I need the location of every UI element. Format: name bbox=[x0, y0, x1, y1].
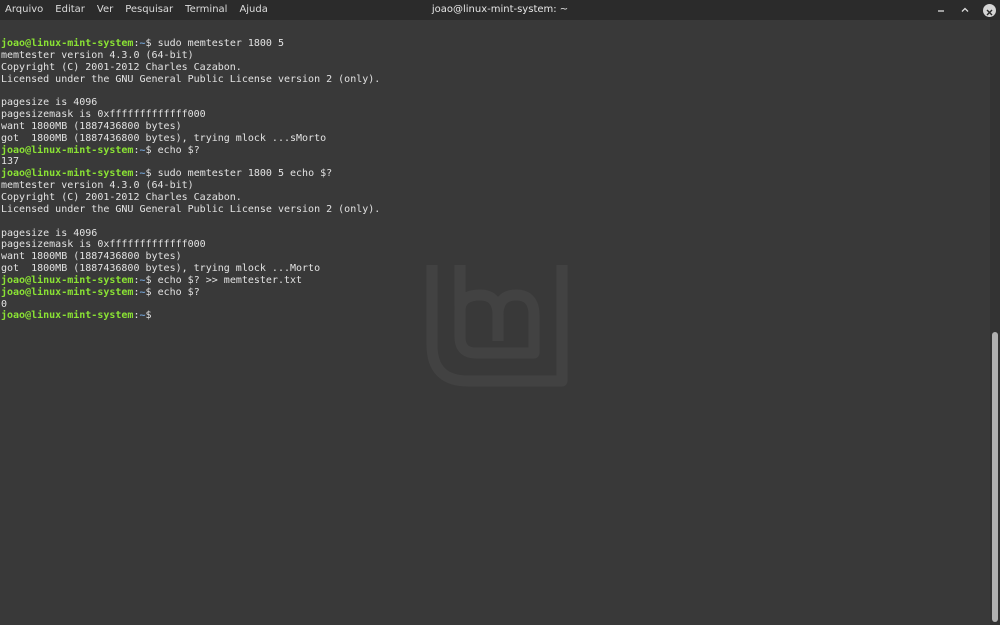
close-icon bbox=[982, 3, 996, 17]
prompt-line: joao@linux-mint-system:~$ echo $? bbox=[1, 145, 380, 157]
output-line: memtester version 4.3.0 (64-bit) bbox=[1, 49, 194, 61]
prompt-line: joao@linux-mint-system:~$ echo $? bbox=[1, 287, 380, 299]
terminal-output: joao@linux-mint-system:~$ sudo memtester… bbox=[1, 38, 380, 322]
menu-editar[interactable]: Editar bbox=[49, 0, 91, 20]
prompt-line: joao@linux-mint-system:~$ sudo memtester… bbox=[1, 168, 380, 180]
window-controls bbox=[934, 0, 996, 20]
output-line: 0 bbox=[1, 298, 8, 310]
output-line: got 1800MB (1887436800 bytes), trying ml… bbox=[1, 132, 327, 144]
output-line: want 1800MB (1887436800 bytes) bbox=[1, 251, 182, 263]
command-text: echo $? >> memtester.txt bbox=[151, 274, 303, 286]
menu-bar: Arquivo Editar Ver Pesquisar Terminal Aj… bbox=[0, 0, 274, 20]
prompt-line: joao@linux-mint-system:~$ bbox=[1, 310, 380, 322]
output-line: Licensed under the GNU General Public Li… bbox=[1, 73, 381, 85]
prompt-user: joao@linux-mint-system bbox=[1, 274, 134, 286]
menu-arquivo[interactable]: Arquivo bbox=[0, 0, 49, 20]
prompt-user: joao@linux-mint-system bbox=[1, 168, 134, 180]
title-bar[interactable]: Arquivo Editar Ver Pesquisar Terminal Aj… bbox=[0, 0, 1000, 20]
prompt-user: joao@linux-mint-system bbox=[1, 38, 134, 49]
command-text: echo $? bbox=[151, 144, 200, 156]
output-line: pagesize is 4096 bbox=[1, 97, 98, 109]
scrollbar[interactable] bbox=[990, 20, 1000, 625]
output-line: Copyright (C) 2001-2012 Charles Cazabon. bbox=[1, 191, 242, 203]
command-text: sudo memtester 1800 5 echo $? bbox=[151, 168, 333, 180]
prompt-user: joao@linux-mint-system bbox=[1, 286, 134, 298]
minimize-icon bbox=[938, 10, 944, 12]
maximize-button[interactable] bbox=[958, 3, 972, 17]
output-line: want 1800MB (1887436800 bytes) bbox=[1, 120, 182, 132]
menu-terminal[interactable]: Terminal bbox=[179, 0, 233, 20]
output-line: pagesize is 4096 bbox=[1, 227, 98, 239]
prompt-user: joao@linux-mint-system bbox=[1, 310, 134, 322]
output-line: pagesizemask is 0xfffffffffffff000 bbox=[1, 109, 206, 121]
prompt-user: joao@linux-mint-system bbox=[1, 144, 134, 156]
output-line: pagesizemask is 0xfffffffffffff000 bbox=[1, 239, 206, 251]
prompt-line: joao@linux-mint-system:~$ sudo memtester… bbox=[1, 38, 380, 50]
close-button[interactable] bbox=[982, 3, 996, 17]
output-line: got 1800MB (1887436800 bytes), trying ml… bbox=[1, 263, 321, 275]
prompt-line: joao@linux-mint-system:~$ echo $? >> mem… bbox=[1, 275, 380, 287]
output-line: Copyright (C) 2001-2012 Charles Cazabon. bbox=[1, 61, 242, 73]
minimize-button[interactable] bbox=[934, 3, 948, 17]
window-title: joao@linux-mint-system: ~ bbox=[431, 4, 569, 15]
output-line: Licensed under the GNU General Public Li… bbox=[1, 203, 381, 215]
linux-mint-logo-watermark bbox=[426, 265, 568, 387]
terminal-window: Arquivo Editar Ver Pesquisar Terminal Aj… bbox=[0, 0, 1000, 625]
menu-pesquisar[interactable]: Pesquisar bbox=[119, 0, 179, 20]
scrollbar-thumb[interactable] bbox=[992, 332, 998, 622]
menu-ver[interactable]: Ver bbox=[91, 0, 119, 20]
output-line: 137 bbox=[1, 156, 20, 168]
terminal-area[interactable]: joao@linux-mint-system:~$ sudo memtester… bbox=[0, 20, 990, 625]
command-text: sudo memtester 1800 5 bbox=[151, 38, 284, 49]
command-text: echo $? bbox=[151, 286, 200, 298]
prompt-symbol: $ bbox=[145, 310, 152, 322]
maximize-icon bbox=[961, 7, 969, 12]
output-line: memtester version 4.3.0 (64-bit) bbox=[1, 180, 194, 192]
menu-ajuda[interactable]: Ajuda bbox=[233, 0, 273, 20]
